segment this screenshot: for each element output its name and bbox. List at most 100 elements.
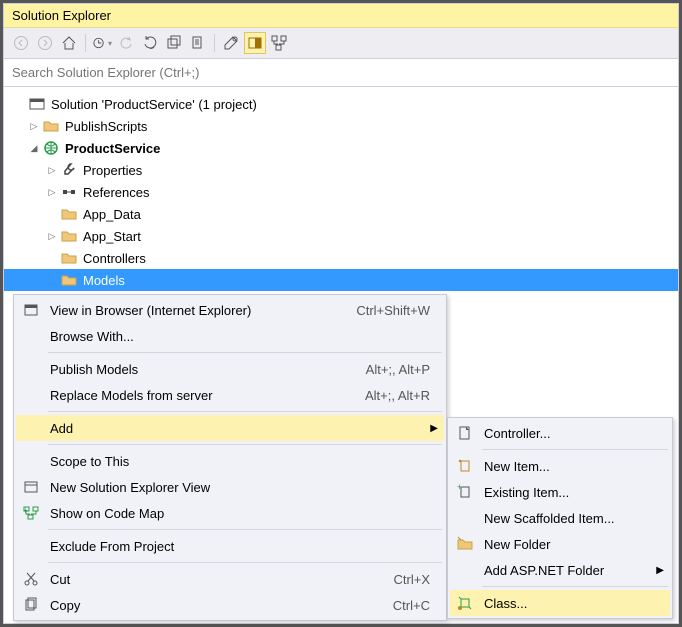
pending-changes-button[interactable]: ▾ [91, 32, 113, 54]
node-label: Solution 'ProductService' (1 project) [49, 97, 257, 112]
node-label: PublishScripts [63, 119, 147, 134]
expander-icon[interactable] [14, 98, 26, 110]
preview-button[interactable] [244, 32, 266, 54]
tree-item-publishscripts[interactable]: ▷ PublishScripts [4, 115, 678, 137]
expander-icon[interactable]: ▷ [28, 120, 40, 132]
node-label: App_Data [81, 207, 141, 222]
tree-item-appstart[interactable]: ▷ App_Start [4, 225, 678, 247]
refresh-button[interactable] [139, 32, 161, 54]
menu-browse-with[interactable]: Browse With... [16, 323, 444, 349]
menu-new-folder[interactable]: New Folder [450, 531, 670, 557]
new-folder-icon [455, 534, 475, 554]
new-view-icon [21, 477, 41, 497]
svg-text:+: + [23, 506, 28, 515]
tree-item-models[interactable]: Models [4, 269, 678, 291]
menu-new-item[interactable]: New Item... [450, 453, 670, 479]
tree-solution[interactable]: Solution 'ProductService' (1 project) [4, 93, 678, 115]
menu-scaffolded-item[interactable]: New Scaffolded Item... [450, 505, 670, 531]
expander-spacer [46, 252, 58, 264]
folder-icon [42, 118, 60, 134]
show-all-files-button[interactable] [187, 32, 209, 54]
menu-label: Add [50, 421, 430, 436]
menu-aspnet-folder[interactable]: Add ASP.NET Folder ▶ [450, 557, 670, 583]
svg-text:+: + [457, 484, 462, 492]
menu-separator [48, 562, 442, 563]
view-class-diagram-button[interactable] [268, 32, 290, 54]
menu-label: Scope to This [50, 454, 430, 469]
menu-separator [48, 444, 442, 445]
toolbar-separator [85, 34, 86, 52]
menu-new-explorer-view[interactable]: New Solution Explorer View [16, 474, 444, 500]
collapse-all-button[interactable] [163, 32, 185, 54]
menu-show-on-code-map[interactable]: + Show on Code Map [16, 500, 444, 526]
expander-icon[interactable]: ◢ [28, 142, 40, 154]
menu-copy[interactable]: Copy Ctrl+C [16, 592, 444, 618]
home-button[interactable] [58, 32, 80, 54]
expander-spacer [46, 274, 58, 286]
search-container [4, 59, 678, 87]
new-item-icon [455, 456, 475, 476]
sync-button[interactable] [115, 32, 137, 54]
menu-label: Show on Code Map [50, 506, 430, 521]
toolbar-separator [214, 34, 215, 52]
menu-label: Replace Models from server [50, 388, 339, 403]
menu-label: Controller... [484, 426, 656, 441]
menu-scope-to-this[interactable]: Scope to This [16, 448, 444, 474]
copy-icon [21, 595, 41, 615]
node-label: Models [81, 273, 125, 288]
tree-item-references[interactable]: ▷ References [4, 181, 678, 203]
controller-icon [455, 423, 475, 443]
menu-publish-models[interactable]: Publish Models Alt+;, Alt+P [16, 356, 444, 382]
tree-item-appdata[interactable]: App_Data [4, 203, 678, 225]
menu-label: New Folder [484, 537, 656, 552]
panel-title: Solution Explorer [4, 4, 678, 28]
submenu-arrow-icon: ▶ [430, 423, 438, 434]
folder-icon [60, 250, 78, 266]
folder-icon [60, 272, 78, 288]
menu-replace-models[interactable]: Replace Models from server Alt+;, Alt+R [16, 382, 444, 408]
node-label: References [81, 185, 149, 200]
context-submenu-add: Controller... New Item... + Existing Ite… [447, 417, 673, 619]
search-input[interactable] [4, 59, 678, 86]
browser-icon [21, 300, 41, 320]
menu-add[interactable]: Add ▶ [16, 415, 444, 441]
expander-icon[interactable]: ▷ [46, 186, 58, 198]
menu-shortcut: Alt+;, Alt+P [340, 362, 430, 377]
menu-separator [48, 352, 442, 353]
menu-separator [48, 529, 442, 530]
tree-item-productservice[interactable]: ◢ ProductService [4, 137, 678, 159]
menu-shortcut: Ctrl+Shift+W [330, 303, 430, 318]
menu-cut[interactable]: Cut Ctrl+X [16, 566, 444, 592]
menu-class[interactable]: Class... [450, 590, 670, 616]
menu-controller[interactable]: Controller... [450, 420, 670, 446]
submenu-arrow-icon: ▶ [656, 565, 664, 576]
folder-icon [60, 228, 78, 244]
menu-separator [482, 586, 668, 587]
back-button[interactable] [10, 32, 32, 54]
existing-item-icon: + [455, 482, 475, 502]
menu-label: Class... [484, 596, 656, 611]
class-icon [455, 593, 475, 613]
tree-item-properties[interactable]: ▷ Properties [4, 159, 678, 181]
forward-button[interactable] [34, 32, 56, 54]
expander-spacer [46, 208, 58, 220]
menu-shortcut: Ctrl+X [368, 572, 430, 587]
menu-label: New Item... [484, 459, 656, 474]
tree-item-controllers[interactable]: Controllers [4, 247, 678, 269]
menu-label: Copy [50, 598, 367, 613]
menu-existing-item[interactable]: + Existing Item... [450, 479, 670, 505]
menu-label: Existing Item... [484, 485, 656, 500]
web-project-icon [42, 140, 60, 156]
expander-icon[interactable]: ▷ [46, 230, 58, 242]
toolbar: ▾ [4, 28, 678, 59]
node-label: Controllers [81, 251, 146, 266]
cut-icon [21, 569, 41, 589]
node-label: ProductService [63, 141, 160, 156]
menu-label: New Scaffolded Item... [484, 511, 656, 526]
properties-button[interactable] [220, 32, 242, 54]
menu-view-in-browser[interactable]: View in Browser (Internet Explorer) Ctrl… [16, 297, 444, 323]
expander-icon[interactable]: ▷ [46, 164, 58, 176]
code-map-icon: + [21, 503, 41, 523]
menu-exclude[interactable]: Exclude From Project [16, 533, 444, 559]
references-icon [60, 184, 78, 200]
